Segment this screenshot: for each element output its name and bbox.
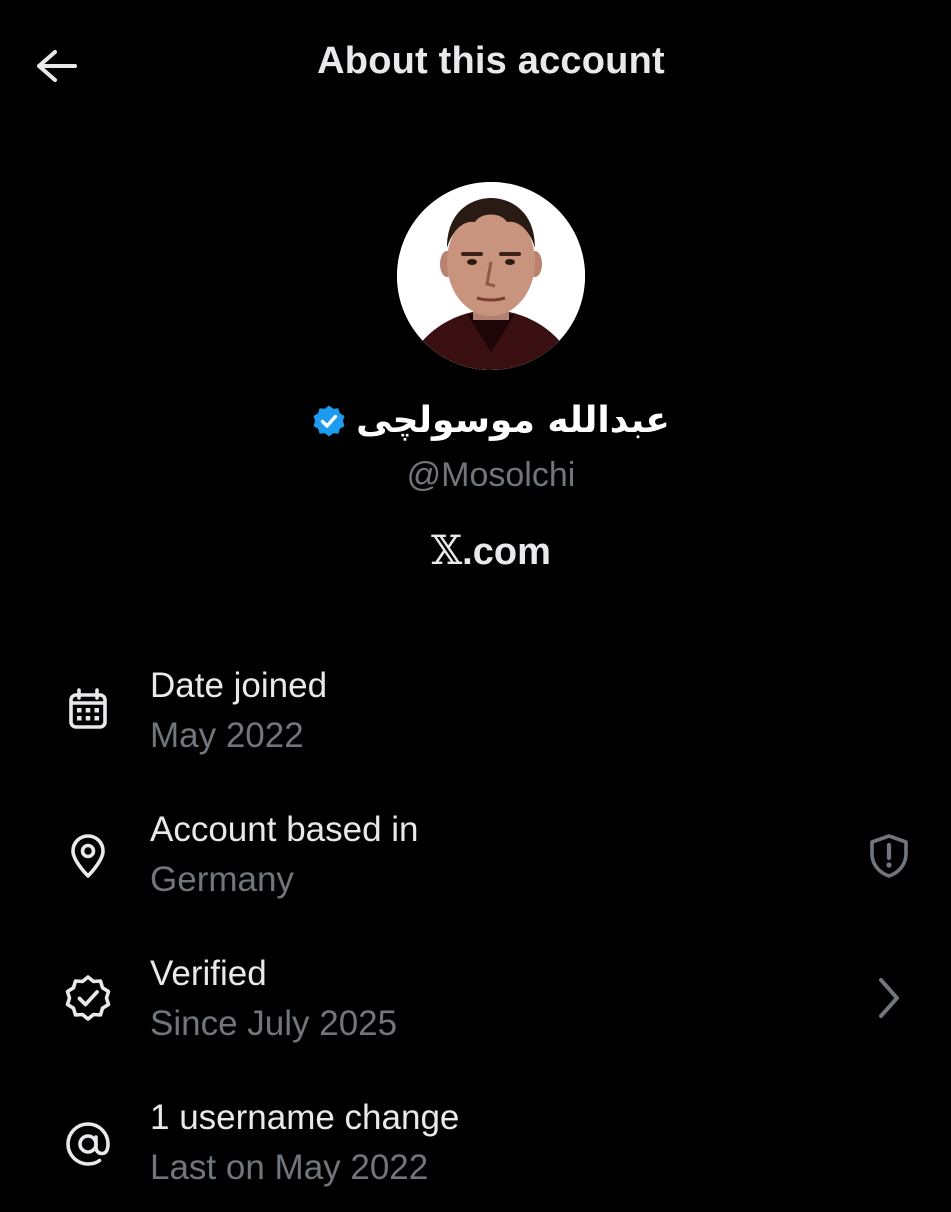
name-row: عبدالله موسولچی [0,400,951,441]
location-pin-icon [60,828,116,884]
info-username-changes: 1 username change Last on May 2022 [0,1092,951,1212]
info-value: Last on May 2022 [150,1148,429,1187]
x-logo: 𝕏 [431,528,463,574]
top-bar: About this account [0,0,951,130]
platform-label: 𝕏.com [0,528,951,574]
calendar-icon [60,682,116,738]
info-value: May 2022 [150,716,304,755]
verified-badge-outline-icon [60,970,116,1026]
info-label: Date joined [150,666,328,705]
display-name: عبدالله موسولچی [356,400,670,441]
info-account-based-in: Account based in Germany [0,804,951,924]
at-sign-icon [60,1116,116,1172]
verified-badge-icon [312,404,346,438]
profile-photo [397,182,585,370]
info-value: Since July 2025 [150,1004,398,1043]
info-verified[interactable]: Verified Since July 2025 [0,948,951,1068]
page-title: About this account [317,40,665,82]
info-date-joined: Date joined May 2022 [0,660,951,780]
shield-alert-icon[interactable] [861,828,917,884]
platform-domain: .com [462,531,551,573]
info-label: Account based in [150,810,419,849]
info-label: Verified [150,954,267,993]
info-label: 1 username change [150,1098,460,1137]
username-handle: @Mosolchi [406,456,576,494]
avatar[interactable] [397,182,585,370]
info-value: Germany [150,860,294,899]
chevron-right-icon[interactable] [861,970,917,1026]
